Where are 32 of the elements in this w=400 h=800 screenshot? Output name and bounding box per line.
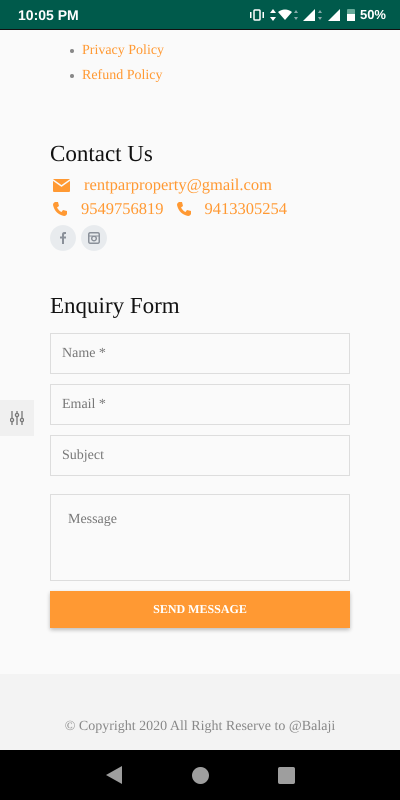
input-field[interactable]: Email * (50, 384, 350, 425)
instagram-button[interactable] (81, 225, 107, 251)
battery-icon (346, 8, 355, 21)
home-icon[interactable] (192, 766, 209, 784)
envelope-icon (53, 178, 70, 192)
input-field[interactable]: Subject (50, 435, 350, 476)
policy-link[interactable]: Refund Policy (82, 68, 162, 84)
section-heading: Enquiry Form (50, 293, 181, 319)
clock-time: 10:05 PM (18, 6, 79, 22)
signal-icon (302, 8, 323, 20)
phone-icon (176, 202, 190, 216)
back-icon[interactable] (104, 766, 123, 784)
send-button[interactable]: SEND MESSAGE (50, 591, 350, 628)
settings-tab[interactable] (0, 400, 34, 436)
input-field[interactable]: Name * (50, 333, 350, 374)
email-link[interactable]: rentparproperty@gmail.com (84, 175, 272, 195)
battery-percent: 50% (360, 7, 386, 22)
vibrate-icon (248, 8, 265, 20)
wifi-icon (270, 8, 298, 20)
phone-link[interactable]: 9549756819 (81, 199, 164, 219)
recents-icon[interactable] (278, 766, 296, 784)
phone-icon (53, 202, 67, 216)
phone-link[interactable]: 9413305254 (204, 199, 287, 219)
message-field[interactable]: Message (50, 494, 350, 581)
section-heading: Contact Us (50, 141, 154, 167)
facebook-icon (60, 232, 66, 244)
copyright-text: © Copyright 2020 All Right Reserve to @Balaji (64, 718, 336, 736)
facebook-button[interactable] (50, 225, 76, 251)
instagram-icon (88, 232, 100, 244)
sliders-icon (10, 411, 24, 425)
signal-icon (328, 8, 342, 20)
policy-link[interactable]: Privacy Policy (82, 42, 164, 58)
